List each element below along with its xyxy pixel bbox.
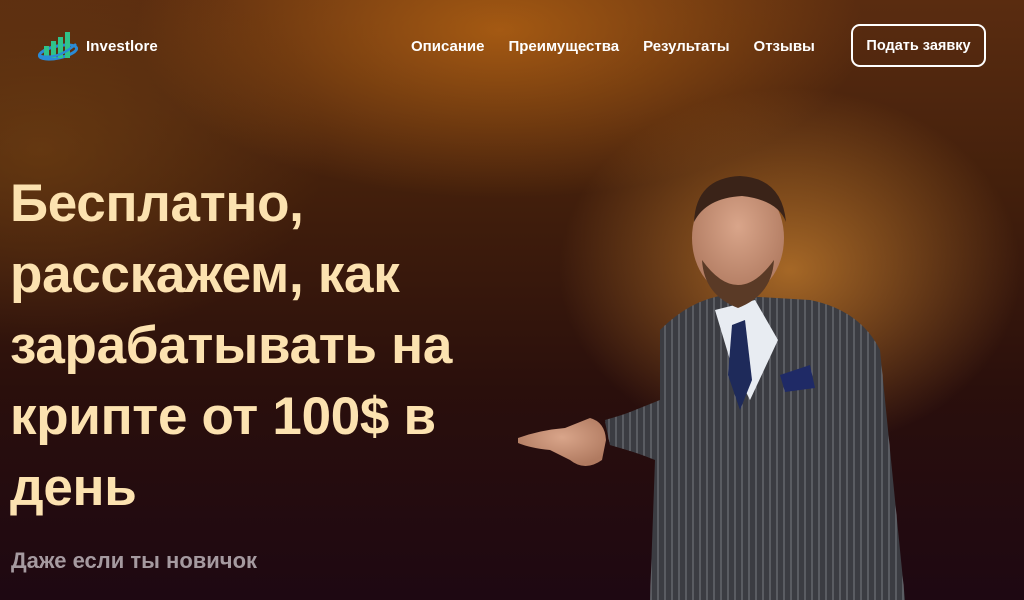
brand-name: Investlore xyxy=(86,37,158,55)
main-nav: Описание Преимущества Результаты Отзывы xyxy=(411,38,815,55)
hero-title: Бесплатно, расскажем, как зарабатывать н… xyxy=(10,174,453,517)
presenter-photo xyxy=(510,160,910,600)
site-header: Investlore Описание Преимущества Результ… xyxy=(0,0,1024,96)
nav-link-advantages[interactable]: Преимущества xyxy=(508,38,619,55)
apply-button[interactable]: Подать заявку xyxy=(851,24,986,67)
nav-link-reviews[interactable]: Отзывы xyxy=(754,38,815,55)
nav-link-results[interactable]: Результаты xyxy=(643,38,729,55)
nav-link-description[interactable]: Описание xyxy=(411,38,484,55)
bar-chart-globe-logo-icon xyxy=(36,30,80,62)
hero-subtitle: Даже если ты новичок xyxy=(11,548,258,573)
brand-logo[interactable]: Investlore xyxy=(36,30,158,62)
